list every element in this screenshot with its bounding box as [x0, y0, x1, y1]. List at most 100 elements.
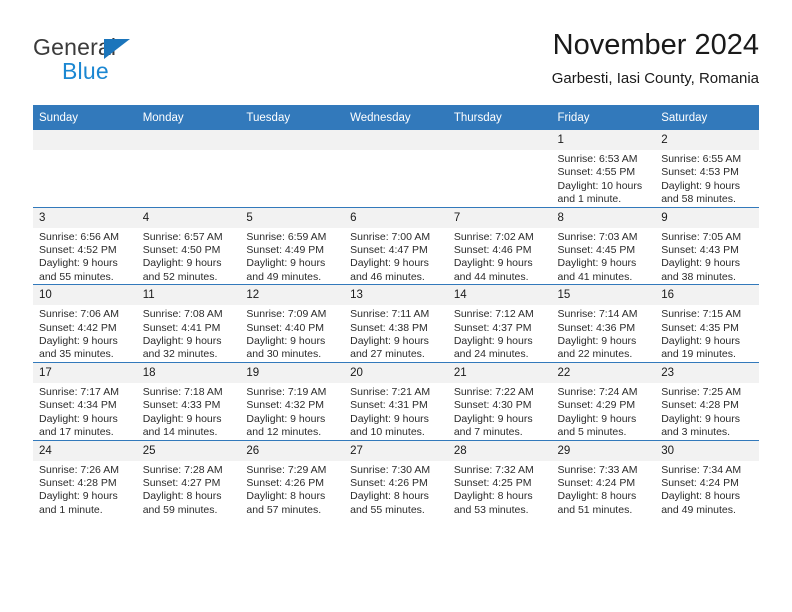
day-details [33, 150, 137, 153]
sunset-text: Sunset: 4:34 PM [39, 399, 117, 412]
sunrise-text: Sunrise: 7:26 AM [39, 463, 119, 476]
sunset-text: Sunset: 4:24 PM [661, 476, 739, 489]
calendar-day-cell[interactable]: 1 Sunrise: 6:53 AM Sunset: 4:55 PM Dayli… [551, 130, 656, 208]
calendar-day-cell[interactable]: 29 Sunrise: 7:33 AM Sunset: 4:24 PM Dayl… [551, 439, 656, 518]
sunset-text: Sunset: 4:52 PM [39, 244, 117, 257]
weekday-header-friday: Friday [551, 105, 656, 130]
calendar-day-cell[interactable]: 23 Sunrise: 7:25 AM Sunset: 4:28 PM Dayl… [655, 361, 759, 440]
sunrise-text: Sunrise: 7:21 AM [350, 385, 431, 398]
sunrise-text: Sunrise: 7:09 AM [246, 308, 327, 321]
sunrise-text: Sunrise: 7:00 AM [350, 230, 431, 243]
sunset-text: Sunset: 4:24 PM [557, 476, 636, 489]
calendar-day-cell[interactable]: 13 Sunrise: 7:11 AM Sunset: 4:38 PM Dayl… [344, 284, 448, 363]
sunset-text: Sunset: 4:53 PM [661, 166, 739, 179]
day-number: 5 [240, 207, 345, 228]
day-number: 10 [33, 285, 137, 306]
calendar-day-cell[interactable]: 3 Sunrise: 6:56 AM Sunset: 4:52 PM Dayli… [33, 206, 137, 285]
daylight-text: Daylight: 9 hours and 27 minutes. [350, 335, 429, 361]
calendar-day-cell[interactable]: 22 Sunrise: 7:24 AM Sunset: 4:29 PM Dayl… [551, 361, 656, 440]
calendar-day-cell[interactable] [136, 130, 241, 208]
daylight-text: Daylight: 8 hours and 57 minutes. [246, 490, 326, 516]
calendar-day-cell[interactable] [344, 130, 448, 208]
calendar-day-cell[interactable]: 7 Sunrise: 7:02 AM Sunset: 4:46 PM Dayli… [447, 206, 552, 285]
day-details: Sunrise: 7:26 AM Sunset: 4:28 PM Dayligh… [33, 461, 137, 518]
day-details: Sunrise: 7:33 AM Sunset: 4:24 PM Dayligh… [552, 461, 656, 518]
sunrise-text: Sunrise: 7:18 AM [142, 385, 223, 398]
day-number: 15 [551, 285, 656, 306]
calendar-day-cell[interactable]: 28 Sunrise: 7:32 AM Sunset: 4:25 PM Dayl… [447, 439, 552, 518]
calendar-day-cell[interactable] [240, 130, 345, 208]
day-details: Sunrise: 7:11 AM Sunset: 4:38 PM Dayligh… [344, 305, 448, 362]
calendar-day-cell[interactable]: 9 Sunrise: 7:05 AM Sunset: 4:43 PM Dayli… [655, 206, 759, 285]
day-details: Sunrise: 7:18 AM Sunset: 4:33 PM Dayligh… [137, 383, 241, 440]
daylight-text: Daylight: 9 hours and 30 minutes. [246, 335, 326, 361]
calendar-day-cell[interactable]: 4 Sunrise: 6:57 AM Sunset: 4:50 PM Dayli… [136, 206, 241, 285]
calendar-day-cell[interactable]: 30 Sunrise: 7:34 AM Sunset: 4:24 PM Dayl… [655, 439, 759, 518]
day-number: 12 [240, 285, 345, 306]
calendar-day-cell[interactable]: 27 Sunrise: 7:30 AM Sunset: 4:26 PM Dayl… [344, 439, 448, 518]
day-details: Sunrise: 7:00 AM Sunset: 4:47 PM Dayligh… [344, 228, 448, 285]
calendar-day-cell[interactable]: 25 Sunrise: 7:28 AM Sunset: 4:27 PM Dayl… [136, 439, 241, 518]
day-details [344, 150, 448, 153]
day-details: Sunrise: 6:53 AM Sunset: 4:55 PM Dayligh… [552, 150, 656, 207]
calendar-day-cell[interactable]: 20 Sunrise: 7:21 AM Sunset: 4:31 PM Dayl… [344, 361, 448, 440]
calendar-day-cell[interactable]: 14 Sunrise: 7:12 AM Sunset: 4:37 PM Dayl… [447, 284, 552, 363]
day-details: Sunrise: 7:34 AM Sunset: 4:24 PM Dayligh… [655, 461, 759, 518]
sunrise-text: Sunrise: 6:57 AM [142, 230, 223, 243]
sunset-text: Sunset: 4:26 PM [350, 476, 428, 489]
calendar-day-cell[interactable]: 10 Sunrise: 7:06 AM Sunset: 4:42 PM Dayl… [33, 284, 137, 363]
daylight-text: Daylight: 9 hours and 22 minutes. [557, 335, 637, 361]
sunrise-text: Sunrise: 6:55 AM [661, 153, 742, 165]
day-details: Sunrise: 7:24 AM Sunset: 4:29 PM Dayligh… [552, 383, 656, 440]
brand-name-blue: Blue [62, 58, 109, 84]
calendar-day-cell[interactable]: 24 Sunrise: 7:26 AM Sunset: 4:28 PM Dayl… [33, 439, 137, 518]
calendar-day-cell[interactable]: 12 Sunrise: 7:09 AM Sunset: 4:40 PM Dayl… [240, 284, 345, 363]
weekday-header-monday: Monday [136, 105, 241, 130]
calendar-day-cell[interactable]: 2 Sunrise: 6:55 AM Sunset: 4:53 PM Dayli… [655, 130, 759, 208]
daylight-text: Daylight: 9 hours and 41 minutes. [557, 257, 637, 283]
daylight-text: Daylight: 9 hours and 3 minutes. [661, 412, 741, 439]
brand-logo[interactable]: General Blue [33, 34, 233, 90]
sunset-text: Sunset: 4:28 PM [661, 399, 739, 412]
calendar-day-cell[interactable]: 19 Sunrise: 7:19 AM Sunset: 4:32 PM Dayl… [240, 361, 345, 440]
daylight-text: Daylight: 9 hours and 14 minutes. [142, 412, 222, 439]
calendar-day-cell[interactable]: 11 Sunrise: 7:08 AM Sunset: 4:41 PM Dayl… [136, 284, 241, 363]
calendar-day-cell[interactable]: 17 Sunrise: 7:17 AM Sunset: 4:34 PM Dayl… [33, 361, 137, 440]
calendar-day-cell[interactable]: 6 Sunrise: 7:00 AM Sunset: 4:47 PM Dayli… [344, 206, 448, 285]
calendar-week-row: 1 Sunrise: 6:53 AM Sunset: 4:55 PM Dayli… [33, 130, 759, 208]
sunrise-text: Sunrise: 7:03 AM [557, 230, 638, 243]
sunset-text: Sunset: 4:36 PM [557, 321, 636, 334]
day-details: Sunrise: 6:59 AM Sunset: 4:49 PM Dayligh… [240, 228, 344, 285]
sunrise-text: Sunrise: 7:12 AM [453, 308, 534, 321]
calendar-day-cell[interactable] [33, 130, 137, 208]
day-number: 7 [447, 207, 552, 228]
day-details [448, 150, 552, 153]
calendar-day-cell[interactable]: 16 Sunrise: 7:15 AM Sunset: 4:35 PM Dayl… [655, 284, 759, 363]
day-details: Sunrise: 7:06 AM Sunset: 4:42 PM Dayligh… [33, 305, 137, 362]
daylight-text: Daylight: 9 hours and 55 minutes. [39, 257, 118, 283]
calendar-day-cell[interactable]: 26 Sunrise: 7:29 AM Sunset: 4:26 PM Dayl… [240, 439, 345, 518]
brand-triangle-icon [104, 39, 130, 59]
calendar-day-cell[interactable]: 21 Sunrise: 7:22 AM Sunset: 4:30 PM Dayl… [447, 361, 552, 440]
calendar-day-cell[interactable]: 8 Sunrise: 7:03 AM Sunset: 4:45 PM Dayli… [551, 206, 656, 285]
day-details [240, 150, 344, 153]
daylight-text: Daylight: 9 hours and 52 minutes. [142, 257, 222, 283]
sunrise-text: Sunrise: 7:34 AM [661, 463, 742, 476]
day-number: 30 [655, 440, 759, 461]
sunset-text: Sunset: 4:43 PM [661, 244, 739, 257]
sunset-text: Sunset: 4:35 PM [661, 321, 739, 334]
sunrise-text: Sunrise: 6:56 AM [39, 230, 119, 243]
day-details [137, 150, 241, 153]
calendar-day-cell[interactable]: 5 Sunrise: 6:59 AM Sunset: 4:49 PM Dayli… [240, 206, 345, 285]
calendar-day-cell[interactable]: 18 Sunrise: 7:18 AM Sunset: 4:33 PM Dayl… [136, 361, 241, 440]
weekday-header-saturday: Saturday [655, 105, 759, 130]
calendar-body: 1 Sunrise: 6:53 AM Sunset: 4:55 PM Dayli… [33, 130, 759, 518]
calendar-day-cell[interactable]: 15 Sunrise: 7:14 AM Sunset: 4:36 PM Dayl… [551, 284, 656, 363]
day-details: Sunrise: 7:30 AM Sunset: 4:26 PM Dayligh… [344, 461, 448, 518]
calendar-header-row: Sunday Monday Tuesday Wednesday Thursday… [33, 105, 759, 130]
weekday-header-thursday: Thursday [447, 105, 552, 130]
daylight-text: Daylight: 8 hours and 53 minutes. [453, 490, 533, 516]
daylight-text: Daylight: 8 hours and 49 minutes. [661, 490, 741, 516]
page-header: General Blue November 2024 Garbesti, Ias… [33, 28, 759, 98]
calendar-day-cell[interactable] [447, 130, 552, 208]
